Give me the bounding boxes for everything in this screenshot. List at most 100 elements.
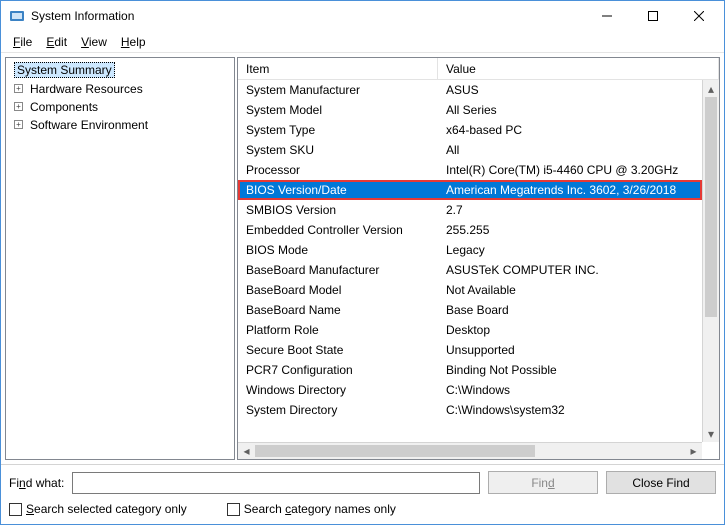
find-button[interactable]: Find bbox=[488, 471, 598, 494]
tree-root-label: System Summary bbox=[14, 62, 115, 78]
horizontal-scrollbar[interactable]: ◂ ▸ bbox=[238, 442, 702, 459]
menu-edit[interactable]: Edit bbox=[40, 33, 73, 51]
list-body: System ManufacturerASUSSystem ModelAll S… bbox=[238, 80, 719, 459]
content-area: System Summary +Hardware Resources+Compo… bbox=[1, 53, 724, 464]
find-options-row: Search selected category only Search cat… bbox=[9, 502, 716, 516]
cell-value: 2.7 bbox=[438, 200, 702, 220]
tree-expand-icon[interactable]: + bbox=[14, 84, 23, 93]
cell-value: Intel(R) Core(TM) i5-4460 CPU @ 3.20GHz bbox=[438, 160, 702, 180]
find-bar: Find what: Find Close Find Search select… bbox=[1, 464, 724, 524]
window-title: System Information bbox=[31, 9, 584, 23]
table-row[interactable]: BaseBoard ModelNot Available bbox=[238, 280, 702, 300]
menu-help[interactable]: Help bbox=[115, 33, 152, 51]
table-row[interactable]: BIOS ModeLegacy bbox=[238, 240, 702, 260]
cell-value: All bbox=[438, 140, 702, 160]
table-row[interactable]: System ManufacturerASUS bbox=[238, 80, 702, 100]
horizontal-scroll-track[interactable] bbox=[255, 443, 685, 459]
column-header-value[interactable]: Value bbox=[438, 58, 719, 79]
close-button[interactable] bbox=[676, 1, 722, 31]
cell-value: Desktop bbox=[438, 320, 702, 340]
cell-value: Unsupported bbox=[438, 340, 702, 360]
search-selected-category-checkbox[interactable]: Search selected category only bbox=[9, 502, 187, 516]
cell-item: Embedded Controller Version bbox=[238, 220, 438, 240]
table-row[interactable]: Windows DirectoryC:\Windows bbox=[238, 380, 702, 400]
cell-value: 255.255 bbox=[438, 220, 702, 240]
table-row[interactable]: Platform RoleDesktop bbox=[238, 320, 702, 340]
tree-expand-icon[interactable]: + bbox=[14, 120, 23, 129]
app-icon bbox=[9, 8, 25, 24]
close-find-button[interactable]: Close Find bbox=[606, 471, 716, 494]
cell-value: All Series bbox=[438, 100, 702, 120]
cell-value: Not Available bbox=[438, 280, 702, 300]
find-input[interactable] bbox=[72, 472, 480, 494]
table-row[interactable]: SMBIOS Version2.7 bbox=[238, 200, 702, 220]
cell-item: BIOS Version/Date bbox=[238, 180, 438, 200]
menu-file[interactable]: File bbox=[7, 33, 38, 51]
table-row[interactable]: PCR7 ConfigurationBinding Not Possible bbox=[238, 360, 702, 380]
menu-view-label: iew bbox=[89, 35, 107, 49]
cell-item: System Model bbox=[238, 100, 438, 120]
scroll-right-arrow-icon[interactable]: ▸ bbox=[685, 443, 702, 459]
cell-item: System Manufacturer bbox=[238, 80, 438, 100]
cell-item: System Type bbox=[238, 120, 438, 140]
vertical-scrollbar[interactable]: ▴ ▾ bbox=[702, 80, 719, 442]
vertical-scroll-track[interactable] bbox=[703, 97, 719, 425]
tree-item-label: Software Environment bbox=[30, 118, 148, 132]
checkbox-icon bbox=[9, 503, 22, 516]
cell-item: BaseBoard Manufacturer bbox=[238, 260, 438, 280]
find-label: Find what: bbox=[9, 476, 64, 490]
table-row[interactable]: ProcessorIntel(R) Core(TM) i5-4460 CPU @… bbox=[238, 160, 702, 180]
window: System Information File Edit View Help S… bbox=[0, 0, 725, 525]
cell-item: System Directory bbox=[238, 400, 438, 420]
cell-value: Base Board bbox=[438, 300, 702, 320]
cell-item: BIOS Mode bbox=[238, 240, 438, 260]
cell-value: ASUS bbox=[438, 80, 702, 100]
titlebar: System Information bbox=[1, 1, 724, 31]
cell-item: Platform Role bbox=[238, 320, 438, 340]
cell-value: C:\Windows bbox=[438, 380, 702, 400]
search-category-names-checkbox[interactable]: Search category names only bbox=[227, 502, 396, 516]
cell-item: SMBIOS Version bbox=[238, 200, 438, 220]
cell-value: x64-based PC bbox=[438, 120, 702, 140]
table-row[interactable]: BIOS Version/DateAmerican Megatrends Inc… bbox=[238, 180, 702, 200]
tree-panel: System Summary +Hardware Resources+Compo… bbox=[5, 57, 235, 460]
cell-item: System SKU bbox=[238, 140, 438, 160]
menu-edit-label: dit bbox=[54, 35, 67, 49]
tree-item[interactable]: +Hardware Resources bbox=[6, 80, 234, 98]
find-row: Find what: Find Close Find bbox=[9, 471, 716, 494]
horizontal-scroll-thumb[interactable] bbox=[255, 445, 535, 457]
table-row[interactable]: BaseBoard NameBase Board bbox=[238, 300, 702, 320]
cell-item: Processor bbox=[238, 160, 438, 180]
scroll-down-arrow-icon[interactable]: ▾ bbox=[703, 425, 719, 442]
table-row[interactable]: System ModelAll Series bbox=[238, 100, 702, 120]
cell-item: BaseBoard Model bbox=[238, 280, 438, 300]
tree-item-label: Components bbox=[30, 100, 98, 114]
maximize-button[interactable] bbox=[630, 1, 676, 31]
checkbox-icon bbox=[227, 503, 240, 516]
menu-view[interactable]: View bbox=[75, 33, 113, 51]
list-panel: Item Value System ManufacturerASUSSystem… bbox=[237, 57, 720, 460]
menu-help-label: elp bbox=[130, 35, 146, 49]
cell-value: ASUSTeK COMPUTER INC. bbox=[438, 260, 702, 280]
tree-root[interactable]: System Summary bbox=[6, 60, 234, 80]
table-row[interactable]: System Typex64-based PC bbox=[238, 120, 702, 140]
cell-value: Legacy bbox=[438, 240, 702, 260]
scroll-left-arrow-icon[interactable]: ◂ bbox=[238, 443, 255, 459]
cell-item: Windows Directory bbox=[238, 380, 438, 400]
table-row[interactable]: System DirectoryC:\Windows\system32 bbox=[238, 400, 702, 420]
minimize-button[interactable] bbox=[584, 1, 630, 31]
scroll-up-arrow-icon[interactable]: ▴ bbox=[703, 80, 719, 97]
table-row[interactable]: Embedded Controller Version255.255 bbox=[238, 220, 702, 240]
cell-value: Binding Not Possible bbox=[438, 360, 702, 380]
cell-item: BaseBoard Name bbox=[238, 300, 438, 320]
table-row[interactable]: BaseBoard ManufacturerASUSTeK COMPUTER I… bbox=[238, 260, 702, 280]
list-header: Item Value bbox=[238, 58, 719, 80]
table-row[interactable]: Secure Boot StateUnsupported bbox=[238, 340, 702, 360]
vertical-scroll-thumb[interactable] bbox=[705, 97, 717, 317]
tree-item[interactable]: + Components bbox=[6, 98, 234, 116]
cell-item: Secure Boot State bbox=[238, 340, 438, 360]
tree-expand-icon[interactable]: + bbox=[14, 102, 23, 111]
tree-item[interactable]: + Software Environment bbox=[6, 116, 234, 134]
column-header-item[interactable]: Item bbox=[238, 58, 438, 79]
table-row[interactable]: System SKUAll bbox=[238, 140, 702, 160]
